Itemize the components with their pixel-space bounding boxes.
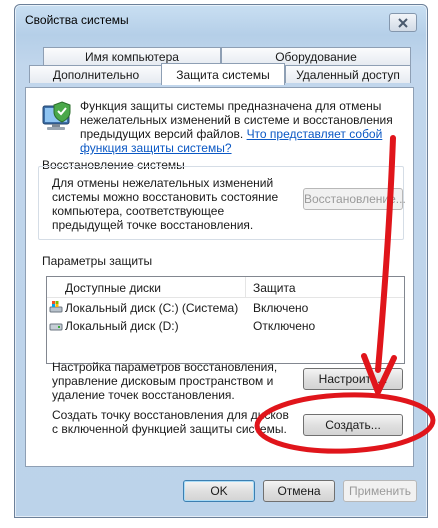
system-protection-panel: Функция защиты системы предназначена для… bbox=[25, 87, 414, 467]
tab-advanced[interactable]: Дополнительно bbox=[29, 65, 163, 83]
close-button[interactable] bbox=[389, 13, 417, 32]
restore-text: Для отмены нежелательных изменений систе… bbox=[52, 176, 279, 232]
cancel-button[interactable]: Отмена bbox=[263, 480, 335, 502]
table-row[interactable]: Локальный диск (C:) (Система) Включено bbox=[47, 299, 404, 317]
system-drive-icon bbox=[49, 301, 63, 313]
system-properties-window: Свойства системы Имя компьютера Оборудов… bbox=[14, 4, 428, 518]
apply-button[interactable]: Применить bbox=[343, 480, 417, 502]
intro-text: Функция защиты системы предназначена для… bbox=[80, 99, 400, 155]
window-title: Свойства системы bbox=[25, 13, 129, 27]
column-separator bbox=[245, 277, 246, 297]
create-text: Создать точку восстановления для дисков … bbox=[52, 408, 289, 436]
create-button[interactable]: Создать... bbox=[303, 414, 403, 436]
tab-remote-access[interactable]: Удаленный доступ bbox=[285, 65, 411, 83]
tab-strip: Имя компьютера Оборудование Дополнительн… bbox=[25, 47, 415, 89]
table-row[interactable]: Локальный диск (D:) Отключено bbox=[47, 317, 404, 335]
column-header-protection[interactable]: Защита bbox=[253, 281, 296, 295]
drive-c-status: Включено bbox=[253, 301, 309, 315]
restore-button[interactable]: Восстановление... bbox=[303, 188, 406, 210]
protection-heading: Параметры защиты bbox=[42, 254, 153, 268]
drive-icon bbox=[49, 323, 63, 331]
tab-system-protection[interactable]: Защита системы bbox=[161, 63, 285, 85]
dialog-footer: OK Отмена Применить bbox=[15, 467, 427, 517]
drive-d-status: Отключено bbox=[253, 319, 316, 333]
drives-list[interactable]: Доступные диски Защита Локальный диск (C… bbox=[46, 276, 405, 364]
drive-d-name: Локальный диск (D:) bbox=[65, 319, 179, 333]
column-header-disks[interactable]: Доступные диски bbox=[65, 281, 161, 295]
drive-c-name: Локальный диск (C:) (Система) bbox=[65, 301, 239, 315]
configure-text: Настройка параметров восстановления, упр… bbox=[52, 360, 278, 402]
configure-button[interactable]: Настроить... bbox=[303, 368, 403, 390]
close-icon bbox=[398, 17, 408, 28]
shield-computer-icon bbox=[42, 101, 71, 130]
ok-button[interactable]: OK bbox=[183, 480, 255, 502]
